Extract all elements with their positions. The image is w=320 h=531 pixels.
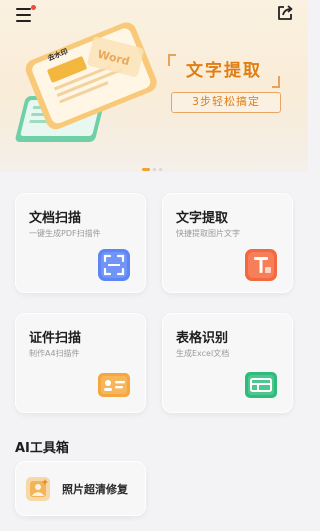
card-subtitle: 生成Excel文档: [176, 349, 230, 358]
photo-enhance-icon: [26, 477, 50, 501]
id-scan-card[interactable]: 证件扫描 制作A4扫描件: [15, 313, 146, 413]
document-illustration: Word 去水印: [15, 22, 157, 142]
table-recognition-card[interactable]: 表格识别 生成Excel文档: [162, 313, 293, 413]
id-card-icon: [98, 373, 130, 397]
doc-scan-card[interactable]: 文档扫描 一键生成PDF扫描件: [15, 193, 146, 293]
banner-title: 文字提取: [186, 61, 262, 81]
text-extract-card[interactable]: 文字提取 快捷提取图片文字: [162, 193, 293, 293]
card-subtitle: 一键生成PDF扫描件: [29, 229, 101, 238]
photo-enhance-card[interactable]: 照片超清修复: [15, 461, 146, 516]
text-extract-icon: [245, 249, 277, 281]
ai-toolbox-heading: AI工具箱: [15, 441, 69, 456]
card-subtitle: 快捷提取图片文字: [176, 229, 240, 238]
card-subtitle: 制作A4扫描件: [29, 349, 80, 358]
share-icon[interactable]: [276, 4, 294, 22]
hero-banner[interactable]: Word 去水印 文字提取 3步轻松搞定: [0, 0, 308, 172]
card-title: 表格识别: [176, 331, 229, 346]
menu-icon: [16, 8, 31, 10]
notification-dot: [31, 5, 36, 10]
menu-icon-bar: [16, 14, 31, 16]
banner-subtitle: 3步轻松搞定: [171, 92, 281, 113]
carousel-dot: [159, 168, 162, 171]
carousel-indicator: [142, 168, 172, 172]
tool-label: 照片超清修复: [62, 483, 128, 496]
carousel-dot-active: [142, 168, 150, 171]
card-title: 证件扫描: [29, 331, 82, 346]
card-title: 文档扫描: [29, 211, 82, 226]
card-title: 文字提取: [176, 211, 229, 226]
scan-icon: [98, 249, 130, 281]
table-icon: [245, 372, 277, 398]
carousel-dot: [153, 168, 156, 171]
